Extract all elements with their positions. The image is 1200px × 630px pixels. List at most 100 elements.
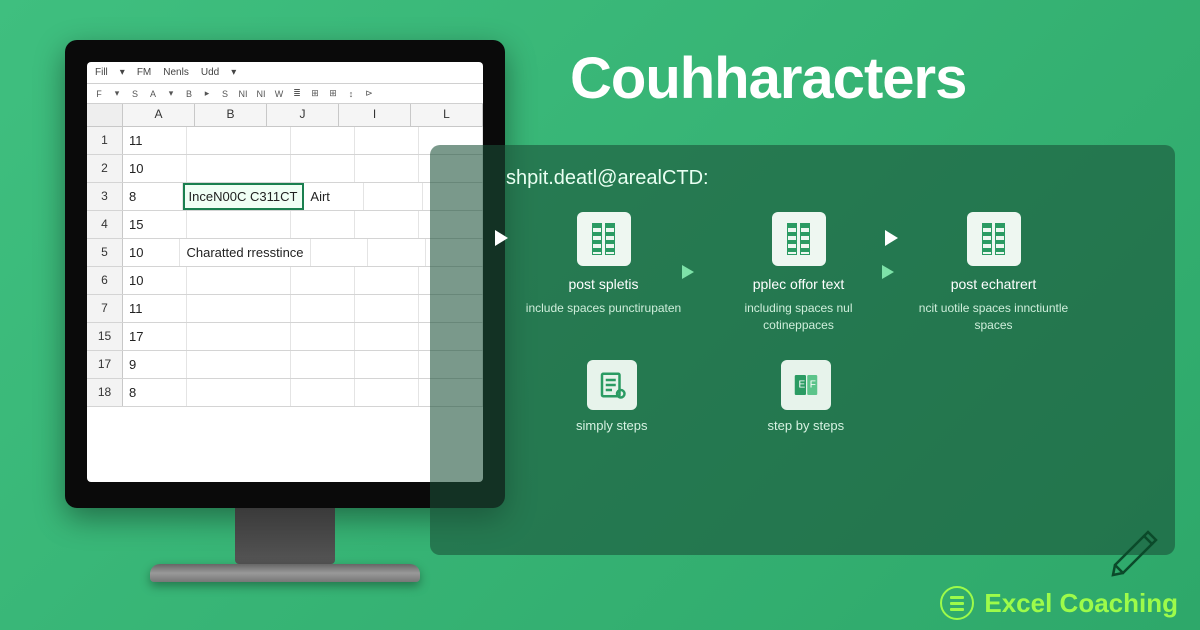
tool-button[interactable]: ⊳ xyxy=(363,88,375,99)
tool-button[interactable]: S xyxy=(219,89,231,99)
row-header[interactable]: 3 xyxy=(87,183,123,210)
arrow-icon xyxy=(682,265,694,279)
cell[interactable] xyxy=(355,211,419,238)
tool-button[interactable]: ≣ xyxy=(291,88,303,99)
cell[interactable] xyxy=(364,183,424,210)
step-subtitle: including spaces nul cotineppaces xyxy=(716,300,881,334)
tool-button[interactable]: S xyxy=(129,89,141,99)
cell[interactable] xyxy=(355,323,419,350)
menu-item[interactable]: Udd xyxy=(201,67,219,78)
menu-item[interactable]: ▾ xyxy=(120,67,125,78)
cell[interactable] xyxy=(187,295,292,322)
pencil-icon xyxy=(1100,510,1170,580)
bottom-steps: simply steps EF step by steps xyxy=(576,360,1139,433)
cell[interactable] xyxy=(291,155,355,182)
column-headers: A B J I L xyxy=(87,104,483,127)
cell[interactable] xyxy=(187,379,292,406)
col-header[interactable]: B xyxy=(195,104,267,126)
table-row: 179 xyxy=(87,351,483,379)
col-header[interactable]: A xyxy=(123,104,195,126)
cell[interactable] xyxy=(291,323,355,350)
cell[interactable] xyxy=(368,239,425,266)
row-header[interactable]: 7 xyxy=(87,295,123,322)
col-header[interactable]: I xyxy=(339,104,411,126)
row-header[interactable]: 6 xyxy=(87,267,123,294)
cell[interactable]: 8 xyxy=(123,183,183,210)
tool-button[interactable]: B xyxy=(183,89,195,99)
tool-button[interactable]: W xyxy=(273,89,285,99)
menu-item[interactable]: Nenls xyxy=(163,67,189,78)
cell[interactable]: 11 xyxy=(123,295,187,322)
tool-button[interactable]: NI xyxy=(255,89,267,99)
cell[interactable] xyxy=(187,127,292,154)
row-header[interactable]: 2 xyxy=(87,155,123,182)
cell[interactable] xyxy=(291,295,355,322)
cell[interactable] xyxy=(291,379,355,406)
row-header[interactable]: 5 xyxy=(87,239,123,266)
checklist-icon xyxy=(587,360,637,410)
tool-button[interactable]: ▾ xyxy=(165,88,177,99)
table-row: 510Charatted rresstince xyxy=(87,239,483,267)
cell[interactable]: InceN00C C311CT xyxy=(183,183,305,210)
tool-button[interactable]: NI xyxy=(237,89,249,99)
select-all-corner[interactable] xyxy=(87,104,123,126)
menu-item[interactable]: Fill xyxy=(95,67,108,78)
menubar: Fill ▾ FM Nenls Udd ▾ xyxy=(87,62,483,84)
cell[interactable] xyxy=(355,155,419,182)
row-header[interactable]: 4 xyxy=(87,211,123,238)
cell[interactable]: 10 xyxy=(123,239,180,266)
tool-button[interactable]: ▸ xyxy=(201,88,213,99)
cell[interactable] xyxy=(355,127,419,154)
col-header[interactable]: L xyxy=(411,104,483,126)
cell[interactable] xyxy=(311,239,368,266)
cell[interactable]: 10 xyxy=(123,155,187,182)
tool-button[interactable]: ▾ xyxy=(111,88,123,99)
row-header[interactable]: 17 xyxy=(87,351,123,378)
cell[interactable]: Charatted rresstince xyxy=(180,239,310,266)
row-header[interactable]: 18 xyxy=(87,379,123,406)
cell[interactable]: 17 xyxy=(123,323,187,350)
step-card: pplec offor text including spaces nul co… xyxy=(716,212,881,334)
cell[interactable] xyxy=(187,351,292,378)
cell[interactable] xyxy=(291,127,355,154)
steps-row: post spletis include spaces punctirupate… xyxy=(521,212,1139,334)
tool-button[interactable]: F xyxy=(93,89,105,99)
spreadsheet-grid[interactable]: A B J I L 11121038InceN00C C311CTAirt415… xyxy=(87,104,483,482)
cell[interactable]: 9 xyxy=(123,351,187,378)
table-row: 210 xyxy=(87,155,483,183)
cell[interactable] xyxy=(355,351,419,378)
cell[interactable] xyxy=(355,267,419,294)
cell[interactable]: Airt xyxy=(304,183,364,210)
table-row: 415 xyxy=(87,211,483,239)
play-icon xyxy=(885,230,898,246)
cell[interactable] xyxy=(355,379,419,406)
cell[interactable] xyxy=(291,267,355,294)
cell[interactable]: 11 xyxy=(123,127,187,154)
cell[interactable] xyxy=(291,211,355,238)
page-title: Couhharacters xyxy=(570,45,966,112)
menu-item[interactable]: ▾ xyxy=(231,67,236,78)
tool-button[interactable]: A xyxy=(147,89,159,99)
cell[interactable] xyxy=(187,211,292,238)
table-row: 188 xyxy=(87,379,483,407)
cell[interactable]: 8 xyxy=(123,379,187,406)
cell[interactable]: 15 xyxy=(123,211,187,238)
tool-button[interactable]: ↕ xyxy=(345,89,357,99)
row-header[interactable]: 1 xyxy=(87,127,123,154)
cell[interactable] xyxy=(355,295,419,322)
menu-item[interactable]: FM xyxy=(137,67,151,78)
cell[interactable]: 10 xyxy=(123,267,187,294)
step-subtitle: include spaces punctirupaten xyxy=(521,300,686,317)
tool-button[interactable]: ⊞ xyxy=(327,88,339,99)
col-header[interactable]: J xyxy=(267,104,339,126)
cell[interactable] xyxy=(291,351,355,378)
brand-logo-icon xyxy=(940,586,974,620)
cell[interactable] xyxy=(187,323,292,350)
tool-button[interactable]: ⊞ xyxy=(309,88,321,99)
row-header[interactable]: 15 xyxy=(87,323,123,350)
bottom-step: EF step by steps xyxy=(768,360,845,433)
cell[interactable] xyxy=(187,155,292,182)
step-subtitle: ncit uotile spaces innctiuntle spaces xyxy=(911,300,1076,334)
cell[interactable] xyxy=(187,267,292,294)
step-card: post spletis include spaces punctirupate… xyxy=(521,212,686,317)
